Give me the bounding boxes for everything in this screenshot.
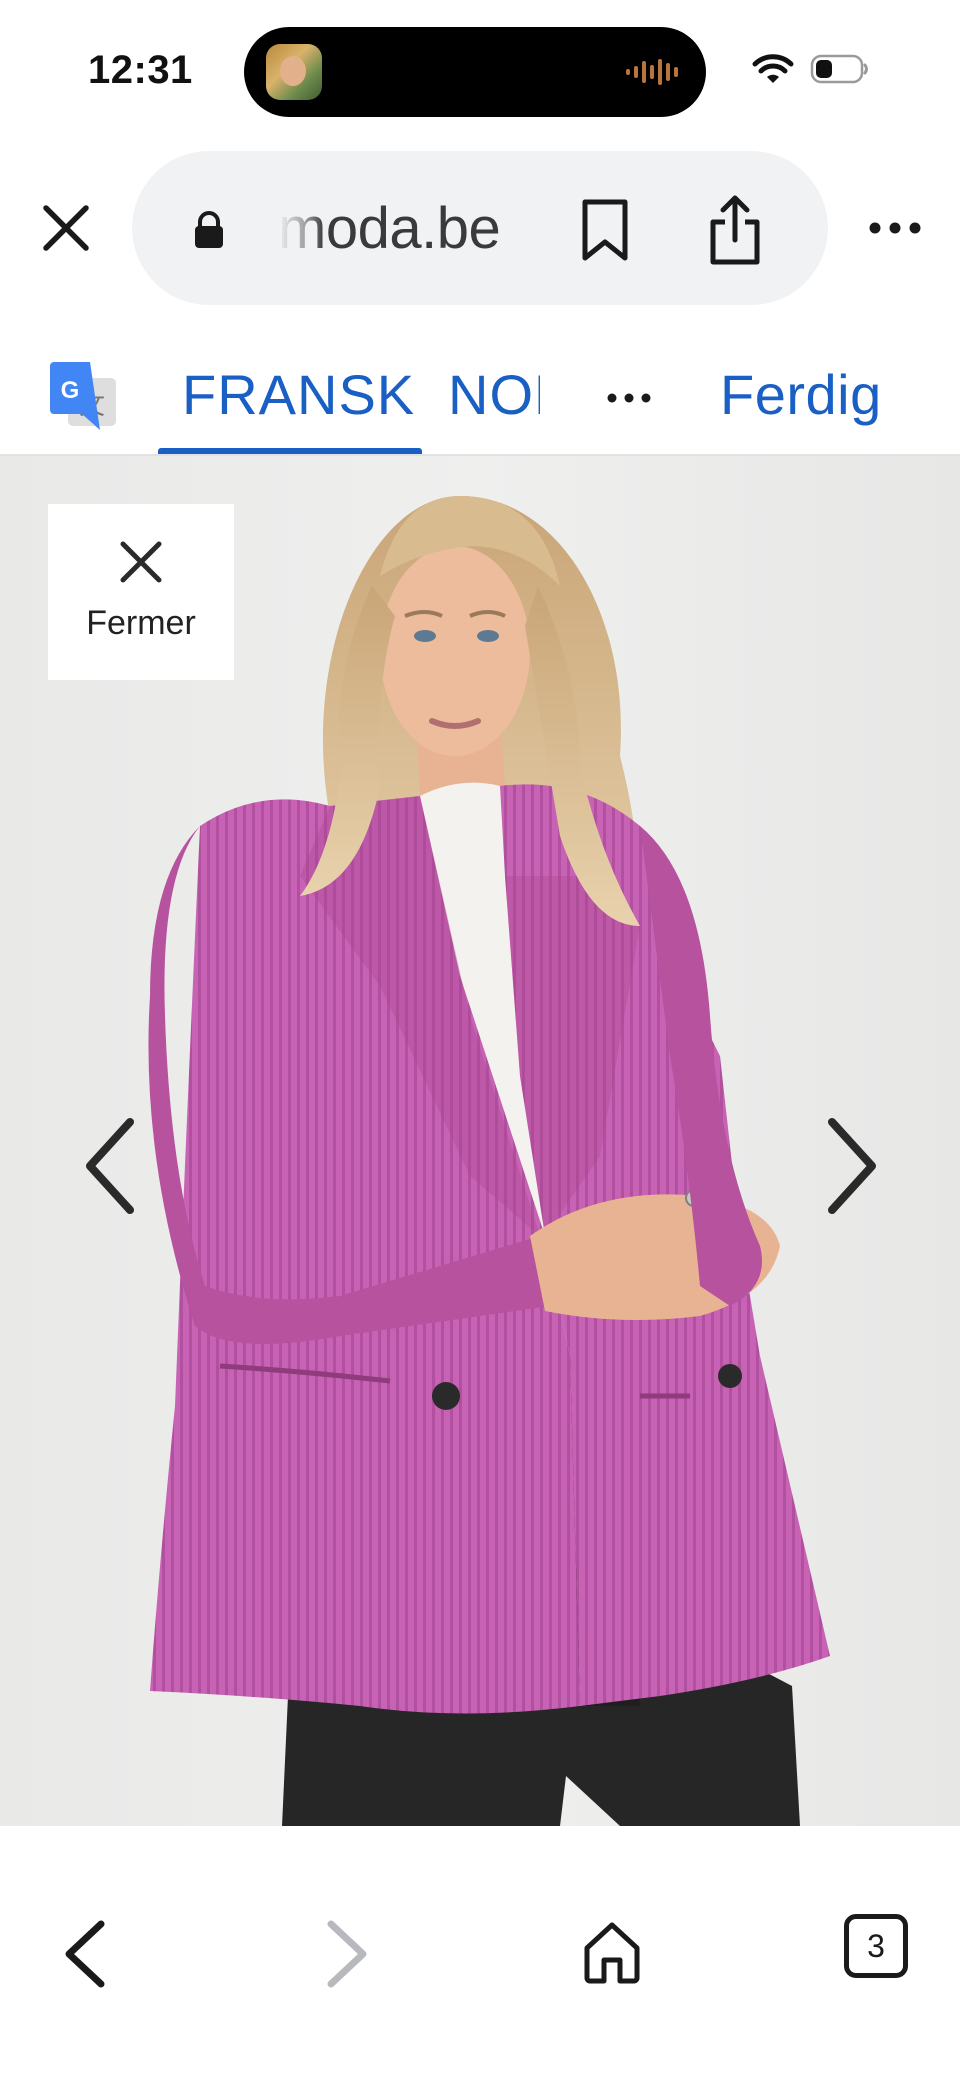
lock-icon — [195, 211, 223, 248]
close-icon — [43, 205, 89, 251]
chevron-right-icon — [828, 1118, 876, 1214]
close-viewer-label: Fermer — [86, 604, 196, 642]
more-icon — [869, 222, 921, 234]
close-viewer-button[interactable]: Fermer — [48, 504, 234, 680]
share-button[interactable] — [702, 191, 768, 269]
svg-text:G: G — [61, 377, 80, 404]
audio-waveform-icon — [626, 59, 678, 85]
url-fade — [278, 191, 324, 267]
status-time: 12:31 — [88, 48, 193, 92]
dynamic-island[interactable] — [244, 27, 706, 117]
browser-more-button[interactable] — [860, 210, 930, 246]
bookmark-icon — [582, 199, 628, 261]
home-button[interactable] — [576, 1912, 648, 1992]
bottom-toolbar: 3 — [0, 1862, 960, 2079]
done-button[interactable]: Ferdig — [720, 362, 882, 427]
next-image-button[interactable] — [812, 1106, 892, 1226]
previous-image-button[interactable] — [70, 1106, 150, 1226]
forward-arrow-icon — [327, 1920, 367, 1988]
tab-norsk[interactable]: NORSK — [448, 362, 540, 427]
translate-more-button[interactable] — [604, 388, 654, 408]
back-arrow-icon — [65, 1920, 105, 1988]
now-playing-artwork — [266, 44, 322, 100]
battery-icon — [810, 54, 868, 84]
more-icon — [607, 393, 651, 403]
status-bar: 12:31 — [0, 0, 960, 140]
close-tab-button[interactable] — [34, 196, 98, 260]
tabs-button[interactable]: 3 — [844, 1914, 908, 1978]
viewer-bottom-edge — [0, 1826, 960, 1862]
chevron-left-icon — [86, 1118, 134, 1214]
share-icon — [710, 195, 760, 265]
address-bar[interactable]: moda.be — [132, 151, 828, 305]
tab-fransk[interactable]: FRANSK — [182, 362, 415, 427]
google-translate-icon[interactable]: 文 G — [50, 362, 118, 430]
back-button[interactable] — [50, 1914, 120, 1994]
bookmark-button[interactable] — [572, 195, 638, 265]
forward-button[interactable] — [312, 1914, 382, 1994]
selected-tab-indicator — [158, 448, 422, 454]
home-icon — [584, 1922, 640, 1984]
wifi-icon — [752, 54, 794, 83]
image-viewer: Fermer — [0, 456, 960, 1862]
close-icon — [120, 541, 162, 583]
translate-bar: 文 G FRANSK NORSK Ferdig — [0, 340, 960, 456]
